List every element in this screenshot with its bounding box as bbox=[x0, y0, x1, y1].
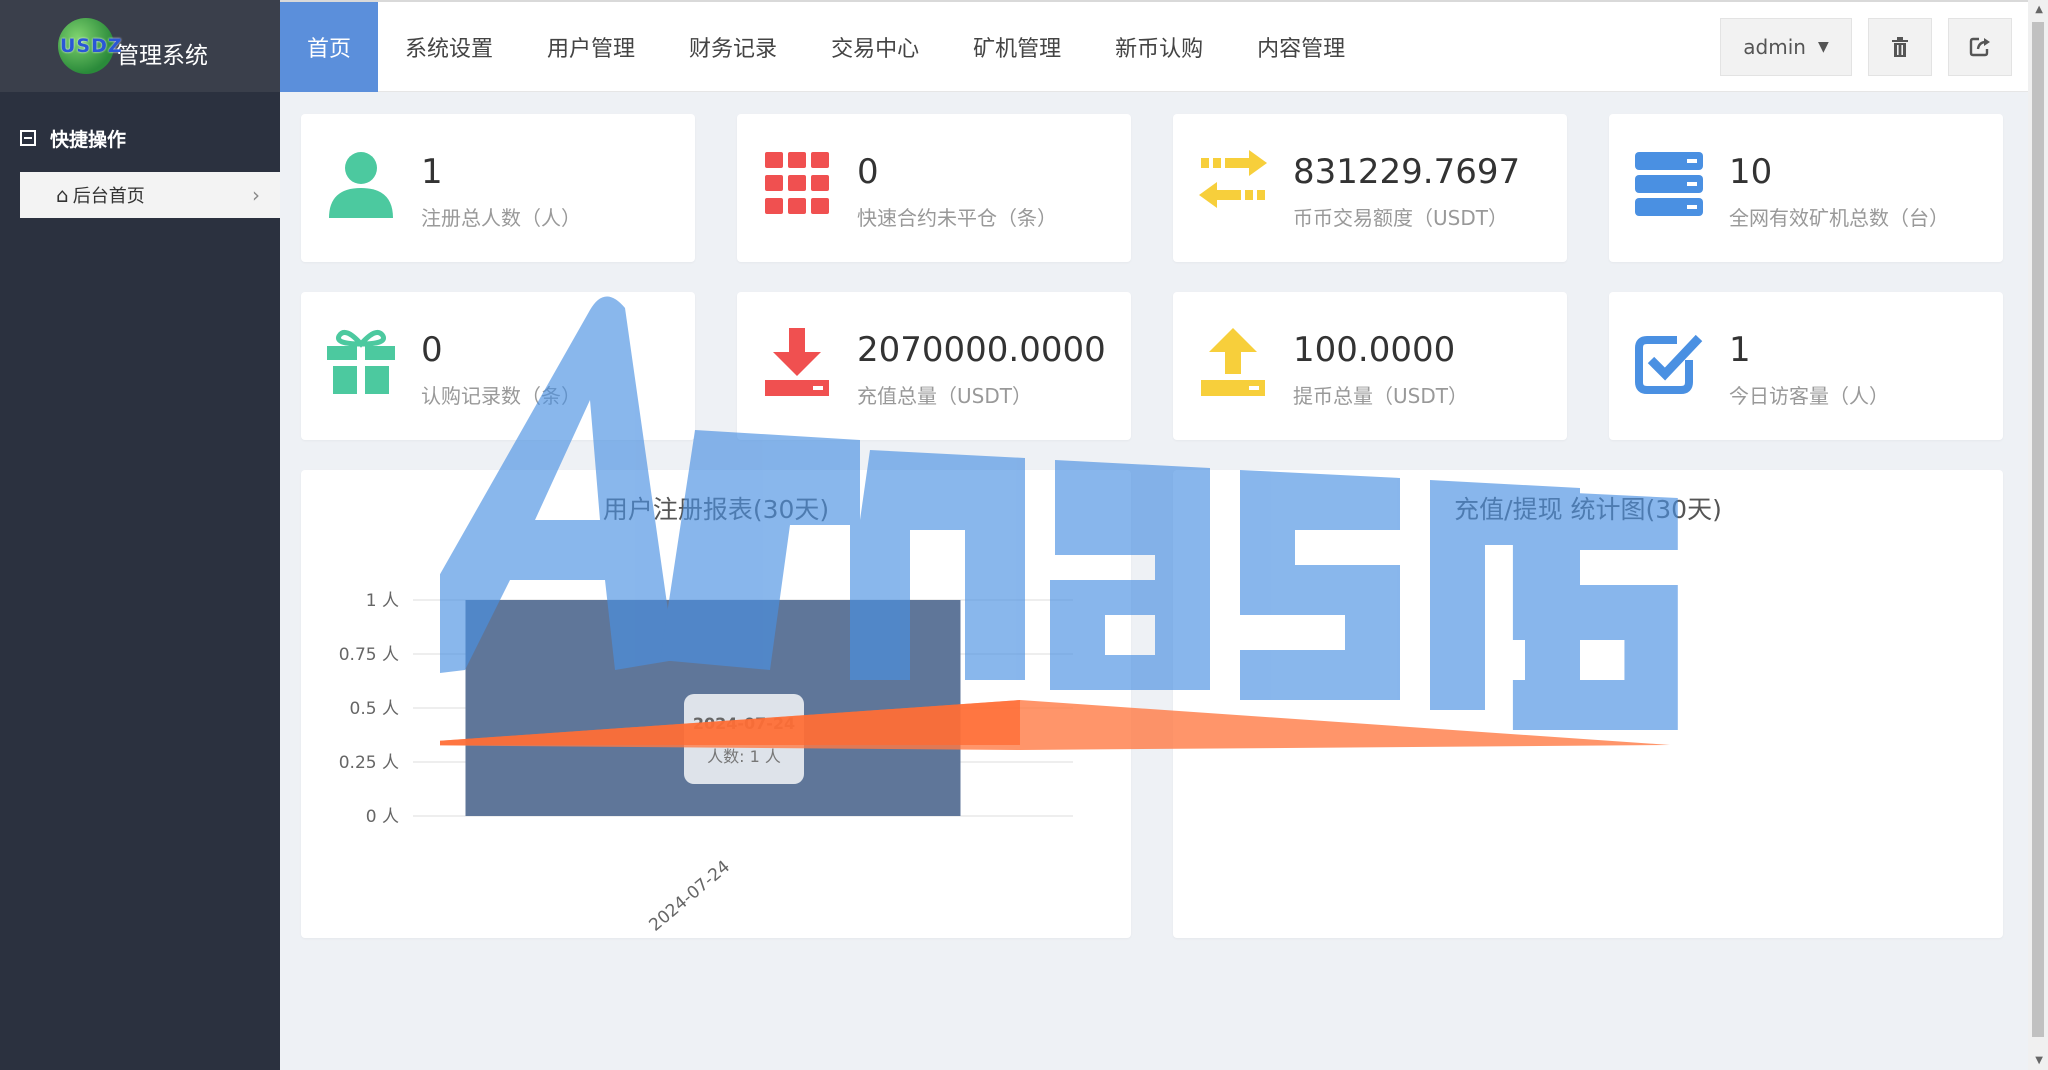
logout-button[interactable] bbox=[1948, 18, 2012, 76]
stat-label: 提币总量（USDT） bbox=[1293, 384, 1468, 408]
exchange-icon bbox=[1199, 150, 1267, 208]
chart-card-registrations: 用户注册报表(30天) 0 人 0.25 人 0.5 人 0.75 人1 人 2024-… bbox=[301, 470, 1131, 938]
chart-card-deposit-withdraw: 充值/提现 统计图(30天) bbox=[1173, 470, 2003, 938]
logo-word: USDZ bbox=[60, 35, 123, 57]
y-tick-label: 0.25 人 bbox=[339, 753, 399, 773]
tab-user-management[interactable]: 用户管理 bbox=[520, 2, 662, 92]
tab-finance-records[interactable]: 财务记录 bbox=[662, 2, 804, 92]
scroll-thumb[interactable] bbox=[2032, 22, 2044, 1037]
tooltip-value: 人数: 1 人 bbox=[707, 747, 781, 766]
page-scrollbar[interactable]: ▲ ▼ bbox=[2028, 0, 2048, 1070]
tab-content-management[interactable]: 内容管理 bbox=[1230, 2, 1372, 92]
tab-home[interactable]: 首页 bbox=[280, 2, 379, 92]
topbar: 首页 系统设置 用户管理 财务记录 交易中心 矿机管理 新币认购 内容管理 ad… bbox=[280, 0, 2048, 92]
user-menu-button[interactable]: admin ▼ bbox=[1720, 18, 1852, 76]
stat-card-subscriptions: 0 认购记录数（条） bbox=[301, 292, 695, 440]
server-icon bbox=[1635, 152, 1703, 216]
stat-card-withdraw-total: 100.0000 提币总量（USDT） bbox=[1173, 292, 1567, 440]
stat-value: 2070000.0000 bbox=[857, 330, 1106, 370]
quick-actions-title: 快捷操作 bbox=[50, 128, 127, 151]
stat-value: 0 bbox=[421, 330, 443, 370]
stat-card-deposit-total: 2070000.0000 充值总量（USDT） bbox=[737, 292, 1131, 440]
scroll-up-icon[interactable]: ▲ bbox=[2035, 4, 2043, 15]
chart-title: 充值/提现 统计图(30天) bbox=[1454, 495, 1722, 524]
stat-label: 注册总人数（人） bbox=[421, 206, 581, 230]
tooltip-date: 2024-07-24 bbox=[692, 714, 796, 733]
chart-tooltip: 2024-07-24 人数: 1 人 bbox=[684, 694, 804, 784]
check-square-icon bbox=[1635, 334, 1703, 394]
main-nav: 首页 系统设置 用户管理 财务记录 交易中心 矿机管理 新币认购 内容管理 bbox=[280, 2, 1372, 94]
trash-icon bbox=[1892, 37, 1908, 57]
top-actions: admin ▼ bbox=[1720, 18, 2012, 76]
download-icon bbox=[765, 328, 829, 396]
stat-card-trading-volume: 831229.7697 币币交易额度（USDT） bbox=[1173, 114, 1567, 262]
sidebar: USDZ 管理系统 快捷操作 ⌂ 后台首页 › bbox=[0, 0, 280, 1070]
y-tick-label: 0 人 bbox=[366, 807, 399, 827]
sidebar-item-dashboard[interactable]: ⌂ 后台首页 › bbox=[20, 172, 280, 218]
sidebar-item-label: 后台首页 bbox=[72, 186, 145, 207]
username: admin bbox=[1743, 35, 1806, 59]
tab-trading-center[interactable]: 交易中心 bbox=[804, 2, 946, 92]
user-icon bbox=[329, 152, 393, 218]
stat-label: 充值总量（USDT） bbox=[857, 384, 1032, 408]
stat-value: 1 bbox=[1729, 330, 1751, 370]
caret-down-icon: ▼ bbox=[1817, 39, 1829, 55]
gift-icon bbox=[327, 329, 395, 394]
stat-label: 快速合约未平仓（条） bbox=[857, 206, 1057, 230]
globe-icon: USDZ bbox=[58, 18, 122, 74]
stat-value: 831229.7697 bbox=[1293, 152, 1521, 192]
chevron-right-icon: › bbox=[252, 183, 260, 207]
stat-label: 币币交易额度（USDT） bbox=[1293, 206, 1508, 230]
stat-card-registered-users: 1 注册总人数（人） bbox=[301, 114, 695, 262]
stat-value: 0 bbox=[857, 152, 879, 192]
tab-miner-management[interactable]: 矿机管理 bbox=[946, 2, 1088, 92]
stat-label: 今日访客量（人） bbox=[1729, 384, 1889, 408]
tab-system-settings[interactable]: 系统设置 bbox=[378, 2, 520, 92]
upload-icon bbox=[1201, 328, 1265, 396]
stat-card-visitors-today: 1 今日访客量（人） bbox=[1609, 292, 2003, 440]
stat-value: 100.0000 bbox=[1293, 330, 1456, 370]
collapse-icon[interactable] bbox=[20, 130, 36, 146]
stat-card-miners-total: 10 全网有效矿机总数（台） bbox=[1609, 114, 2003, 262]
grid-icon bbox=[765, 152, 829, 214]
stat-value: 1 bbox=[421, 152, 443, 192]
logo-title: 管理系统 bbox=[116, 43, 208, 69]
stat-label: 认购记录数（条） bbox=[421, 384, 581, 408]
logo: USDZ 管理系统 bbox=[0, 0, 280, 92]
stat-card-open-contracts: 0 快速合约未平仓（条） bbox=[737, 114, 1131, 262]
x-tick-label: 2024-07-24 bbox=[646, 857, 735, 936]
scroll-down-icon[interactable]: ▼ bbox=[2035, 1055, 2043, 1066]
home-icon: ⌂ bbox=[56, 183, 69, 207]
stat-label: 全网有效矿机总数（台） bbox=[1729, 206, 1949, 230]
logout-icon bbox=[1969, 37, 1990, 57]
y-tick-label: 1 人 bbox=[366, 591, 399, 611]
quick-actions-header[interactable]: 快捷操作 bbox=[0, 110, 280, 166]
y-tick-label: 0.5 人 bbox=[350, 699, 399, 719]
stat-value: 10 bbox=[1729, 152, 1773, 192]
clear-cache-button[interactable] bbox=[1868, 18, 1932, 76]
y-tick-label: 0.75 人 bbox=[339, 645, 399, 665]
tab-new-coin-subscription[interactable]: 新币认购 bbox=[1088, 2, 1230, 92]
